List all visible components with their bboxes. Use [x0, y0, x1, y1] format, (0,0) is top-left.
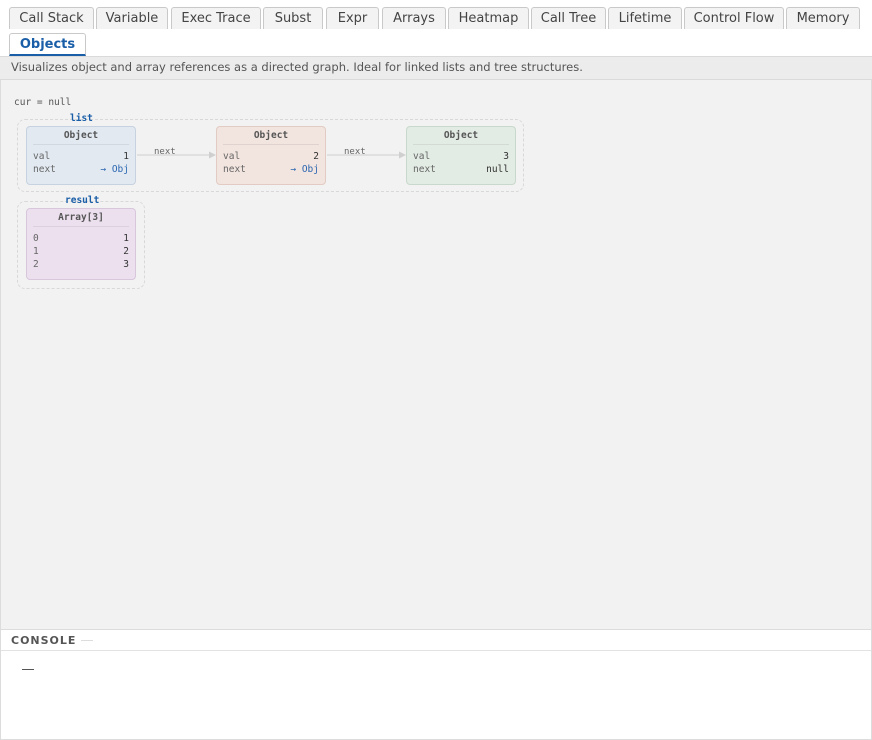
field-key: next: [33, 164, 56, 175]
tab-lifetime[interactable]: Lifetime: [608, 7, 682, 29]
console-cursor[interactable]: [22, 669, 34, 670]
field-key: next: [223, 164, 246, 175]
field-value: 1: [123, 151, 129, 162]
edge-label-2: next: [344, 147, 366, 157]
node-title: Object: [223, 128, 319, 145]
console-title: CONSOLE: [11, 633, 77, 647]
tab-call-stack[interactable]: Call Stack: [9, 7, 94, 29]
tab-objects[interactable]: Objects: [9, 33, 86, 56]
field-reference[interactable]: → Obj: [290, 163, 319, 176]
object-node-2[interactable]: Object val 2 next → Obj: [216, 126, 326, 185]
edge-label-1: next: [154, 147, 176, 157]
tab-call-tree[interactable]: Call Tree: [531, 7, 606, 29]
array-item-row: 1 2: [27, 245, 135, 258]
node-title: Object: [413, 128, 509, 145]
view-description: Visualizes object and array references a…: [0, 56, 872, 80]
tab-variable[interactable]: Variable: [96, 7, 168, 29]
field-key: next: [413, 164, 436, 175]
array-value: 1: [123, 233, 129, 244]
node-field-row: val 3: [407, 150, 515, 163]
field-key: val: [223, 151, 241, 162]
field-reference[interactable]: → Obj: [100, 163, 129, 176]
node-field-row: next → Obj: [27, 163, 135, 176]
tab-exec-trace[interactable]: Exec Trace: [171, 7, 261, 29]
node-field-row: val 2: [217, 150, 325, 163]
array-item-row: 0 1: [27, 232, 135, 245]
array-value: 3: [123, 259, 129, 270]
console-header: CONSOLE: [1, 630, 871, 651]
node-title: Object: [33, 128, 129, 145]
field-value: null: [486, 164, 509, 175]
array-item-row: 2 3: [27, 258, 135, 271]
object-node-1[interactable]: Object val 1 next → Obj: [26, 126, 136, 185]
node-title: Array[3]: [33, 210, 129, 227]
tab-bar: Call Stack Variable Exec Trace Subst Exp…: [0, 0, 872, 56]
array-index: 1: [33, 246, 39, 257]
field-key: val: [413, 151, 431, 162]
node-field-row: val 1: [27, 150, 135, 163]
node-field-row: next → Obj: [217, 163, 325, 176]
array-index: 2: [33, 259, 39, 270]
tab-subst[interactable]: Subst: [263, 7, 323, 29]
field-value: 2: [313, 151, 319, 162]
node-field-row: next null: [407, 163, 515, 176]
console-header-divider: [81, 639, 94, 641]
objects-graph-canvas: cur = null list result next next Object …: [0, 80, 872, 629]
tab-expr[interactable]: Expr: [326, 7, 379, 29]
field-key: val: [33, 151, 51, 162]
array-index: 0: [33, 233, 39, 244]
console-panel: CONSOLE: [0, 629, 872, 740]
tab-control-flow[interactable]: Control Flow: [684, 7, 784, 29]
tab-heatmap[interactable]: Heatmap: [448, 7, 529, 29]
field-value: 3: [503, 151, 509, 162]
tab-memory[interactable]: Memory: [786, 7, 860, 29]
object-node-3[interactable]: Object val 3 next null: [406, 126, 516, 185]
array-node-result[interactable]: Array[3] 0 1 1 2 2 3: [26, 208, 136, 280]
tab-arrays[interactable]: Arrays: [382, 7, 446, 29]
array-value: 2: [123, 246, 129, 257]
